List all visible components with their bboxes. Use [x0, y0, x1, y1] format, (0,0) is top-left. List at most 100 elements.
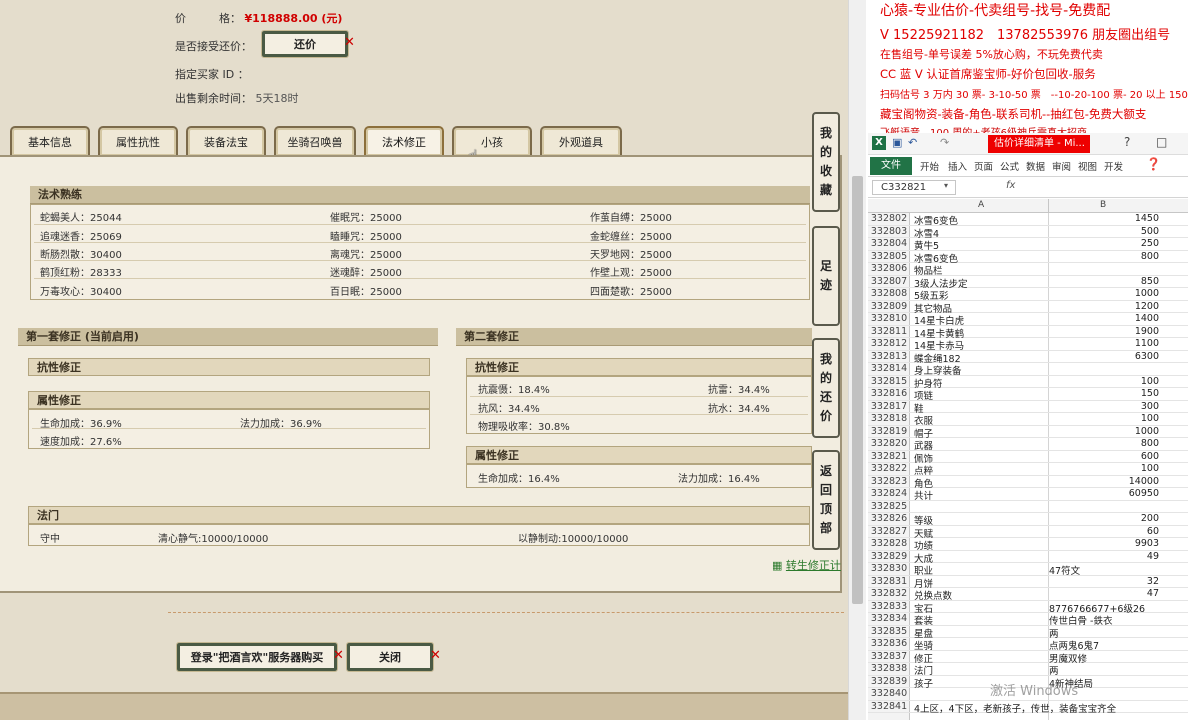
excel-row[interactable]: 332832 兑换点数 47 — [868, 588, 1188, 602]
row-number[interactable]: 332820 — [868, 438, 910, 449]
row-number[interactable]: 332830 — [868, 563, 910, 574]
excel-row[interactable]: 332819 帽子 1000 — [868, 426, 1188, 440]
excel-row[interactable]: 332831 月饼 32 — [868, 576, 1188, 590]
row-number[interactable]: 332809 — [868, 301, 910, 312]
my-offers-button[interactable]: 我的还价 — [812, 338, 840, 438]
row-number[interactable]: 332813 — [868, 351, 910, 362]
row-number[interactable]: 332834 — [868, 613, 910, 624]
rebirth-correction-link[interactable]: ▦ 转生修正计 — [772, 557, 841, 573]
ribbon-tab[interactable]: 数据 — [1026, 159, 1045, 173]
row-number[interactable]: 332803 — [868, 226, 910, 237]
excel-row[interactable]: 332802 冰雪6变色 1450 — [868, 213, 1188, 227]
row-number[interactable]: 332814 — [868, 363, 910, 374]
cell-b[interactable]: 250 — [1049, 238, 1159, 249]
excel-row[interactable]: 332829 大成 49 — [868, 551, 1188, 565]
save-icon[interactable]: ▣ — [892, 136, 902, 149]
column-header-a[interactable]: A — [978, 200, 984, 210]
excel-row[interactable]: 332821 佩饰 600 — [868, 451, 1188, 465]
ribbon-tab[interactable]: 审阅 — [1052, 159, 1071, 173]
excel-row[interactable]: 332811 14星卡黄鹤 1900 — [868, 326, 1188, 340]
row-number[interactable]: 332837 — [868, 651, 910, 662]
row-number[interactable]: 332811 — [868, 326, 910, 337]
tab-appearance[interactable]: 外观道具 — [540, 126, 622, 156]
tab-attributes[interactable]: 属性抗性 — [98, 126, 178, 156]
cell-a[interactable]: 4上区，4下区，老新孩子，传世，装备宝宝齐全 — [914, 701, 1116, 715]
excel-row[interactable]: 332826 等级 200 — [868, 513, 1188, 527]
my-favorites-button[interactable]: 我的收藏 — [812, 112, 840, 212]
excel-row[interactable]: 332830 职业 47符文 — [868, 563, 1188, 577]
row-number[interactable]: 332805 — [868, 251, 910, 262]
row-number[interactable]: 332807 — [868, 276, 910, 287]
cell-b[interactable]: 850 — [1049, 276, 1159, 287]
row-number[interactable]: 332841 — [868, 701, 910, 712]
row-number[interactable]: 332817 — [868, 401, 910, 412]
excel-row[interactable]: 332813 蝶金绳182 6300 — [868, 351, 1188, 365]
cell-b[interactable]: 200 — [1049, 513, 1159, 524]
cell-b[interactable]: 1200 — [1049, 301, 1159, 312]
row-number[interactable]: 332804 — [868, 238, 910, 249]
row-number[interactable]: 332823 — [868, 476, 910, 487]
excel-row[interactable]: 332814 身上穿装备 — [868, 363, 1188, 377]
redo-icon[interactable]: ↷ — [940, 136, 949, 149]
excel-row[interactable]: 332815 护身符 100 — [868, 376, 1188, 390]
ribbon-tab[interactable]: 公式 — [1000, 159, 1019, 173]
ribbon-tab[interactable]: 页面 — [974, 159, 993, 173]
cell-b[interactable]: 600 — [1049, 451, 1159, 462]
cell-b[interactable]: 1100 — [1049, 338, 1159, 349]
scrollbar-thumb[interactable] — [852, 176, 863, 604]
excel-row[interactable]: 332812 14星卡赤马 1100 — [868, 338, 1188, 352]
cell-b[interactable]: 6300 — [1049, 351, 1159, 362]
cell-b[interactable]: 60 — [1049, 526, 1159, 537]
excel-row[interactable]: 332804 黄牛5 250 — [868, 238, 1188, 252]
excel-row[interactable]: 332825 — [868, 501, 1188, 513]
back-to-top-button[interactable]: 返回顶部 — [812, 450, 840, 550]
cell-b[interactable]: 1000 — [1049, 426, 1159, 437]
excel-row[interactable]: 332822 点粹 100 — [868, 463, 1188, 477]
cell-b[interactable]: 32 — [1049, 576, 1159, 587]
maximize-icon[interactable]: □ — [1156, 135, 1167, 149]
row-number[interactable]: 332808 — [868, 288, 910, 299]
fx-icon[interactable]: fx — [1006, 180, 1015, 191]
close-button[interactable]: 关闭 — [346, 642, 434, 672]
ribbon-tab-file[interactable]: 文件 — [870, 157, 912, 175]
cell-b[interactable]: 800 — [1049, 438, 1159, 449]
excel-row[interactable]: 332838 法门两 — [868, 663, 1188, 677]
row-number[interactable]: 332819 — [868, 426, 910, 437]
row-number[interactable]: 332802 — [868, 213, 910, 224]
excel-row[interactable]: 332817 鞋 300 — [868, 401, 1188, 415]
row-number[interactable]: 332806 — [868, 263, 910, 274]
excel-row[interactable]: 332834 套装 传世白骨 -鉄衣 — [868, 613, 1188, 627]
counter-offer-button[interactable]: 还价 — [261, 30, 349, 58]
row-number[interactable]: 332818 — [868, 413, 910, 424]
tab-child[interactable]: 小孩 — [452, 126, 532, 156]
tab-basic-info[interactable]: 基本信息 — [10, 126, 90, 156]
row-number[interactable]: 332828 — [868, 538, 910, 549]
row-number[interactable]: 332838 — [868, 663, 910, 674]
cell-b[interactable]: 150 — [1049, 388, 1159, 399]
cell-b[interactable]: 100 — [1049, 413, 1159, 424]
excel-row[interactable]: 332810 14星卡白虎 1400 — [868, 313, 1188, 327]
tab-spell-correction[interactable]: 法术修正 — [364, 126, 444, 156]
cell-b[interactable]: 60950 — [1049, 488, 1159, 499]
excel-row[interactable]: 332806 物品栏 — [868, 263, 1188, 277]
row-number[interactable]: 332816 — [868, 388, 910, 399]
excel-row[interactable]: 332837 修正 男魔双修 — [868, 651, 1188, 665]
cell-b[interactable]: 49 — [1049, 551, 1159, 562]
cell-b[interactable]: 1450 — [1049, 213, 1159, 224]
help-circle-icon[interactable]: ❓ — [1146, 157, 1161, 171]
row-number[interactable]: 332815 — [868, 376, 910, 387]
row-number[interactable]: 332810 — [868, 313, 910, 324]
row-number[interactable]: 332826 — [868, 513, 910, 524]
cell-b[interactable]: 1900 — [1049, 326, 1159, 337]
row-number[interactable]: 332835 — [868, 626, 910, 637]
excel-row[interactable]: 332818 衣服 100 — [868, 413, 1188, 427]
excel-row[interactable]: 332836 坐骑 点两鬼6鬼7 — [868, 638, 1188, 652]
cell-b[interactable]: 9903 — [1049, 538, 1159, 549]
cell-b[interactable]: 1000 — [1049, 288, 1159, 299]
cell-b[interactable]: 100 — [1049, 376, 1159, 387]
cell-b[interactable]: 47 — [1049, 588, 1159, 599]
excel-row[interactable]: 332828 功绩 9903 — [868, 538, 1188, 552]
row-number[interactable]: 332812 — [868, 338, 910, 349]
undo-icon[interactable]: ↶ — [908, 136, 917, 149]
cell-b[interactable]: 1400 — [1049, 313, 1159, 324]
